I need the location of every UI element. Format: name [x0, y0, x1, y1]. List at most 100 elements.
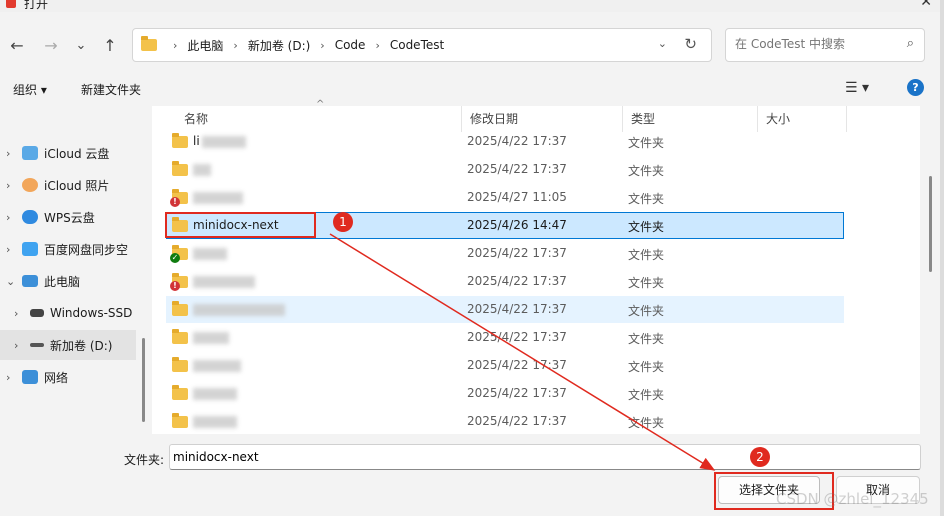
table-row-hover[interactable]: 2025/4/22 17:37 文件夹	[166, 296, 844, 323]
chevron-right-icon[interactable]: ›	[6, 147, 22, 160]
folder-field[interactable]	[169, 444, 921, 470]
chevron-right-icon[interactable]: ›	[6, 371, 22, 384]
forward-icon[interactable]: →	[40, 35, 62, 57]
file-name	[193, 274, 255, 288]
file-name	[193, 414, 237, 428]
table-row-selected[interactable]: minidocx-next 2025/4/26 14:47 文件夹	[166, 212, 844, 239]
step-marker-1: 1	[333, 212, 353, 232]
back-icon[interactable]: ←	[6, 35, 28, 57]
sync-error-icon: !	[170, 281, 180, 291]
breadcrumb-drive-d[interactable]: 新加卷 (D:)	[248, 37, 310, 54]
sidebar-item-windows-ssd[interactable]: › Windows-SSD	[0, 298, 136, 328]
table-row[interactable]: 2025/4/22 17:37 文件夹	[166, 380, 844, 407]
chevron-right-icon[interactable]: ›	[6, 243, 22, 256]
sidebar-item-label: WPS云盘	[44, 210, 95, 225]
computer-icon	[22, 275, 38, 287]
new-folder-button[interactable]: 新建文件夹	[81, 81, 141, 98]
chevron-right-icon[interactable]: ›	[173, 39, 177, 52]
view-options-icon[interactable]: ☰ ▾	[845, 80, 869, 96]
sync-ok-icon: ✓	[170, 253, 180, 263]
file-date: 2025/4/22 17:37	[467, 162, 567, 176]
folder-icon	[172, 385, 188, 400]
table-row[interactable]: li 2025/4/22 17:37 文件夹	[166, 128, 844, 155]
table-row[interactable]: 2025/4/22 17:37 文件夹	[166, 408, 844, 435]
network-icon	[22, 370, 38, 384]
file-name	[193, 358, 241, 372]
sync-icon	[22, 242, 38, 256]
sidebar-item-label: iCloud 照片	[44, 178, 110, 193]
chevron-right-icon[interactable]: ›	[233, 39, 237, 52]
chevron-right-icon[interactable]: ›	[6, 179, 22, 192]
address-dropdown-icon[interactable]: ⌄	[658, 37, 667, 50]
sidebar-item-label: Windows-SSD	[50, 306, 133, 320]
file-date: 2025/4/22 17:37	[467, 246, 567, 260]
sidebar-item-label: 新加卷 (D:)	[50, 338, 113, 353]
cloud-icon	[22, 210, 38, 224]
file-type: 文件夹	[628, 304, 665, 318]
search-icon[interactable]: ⌕	[907, 36, 914, 51]
file-name	[193, 162, 211, 176]
file-type: 文件夹	[628, 220, 665, 234]
file-date: 2025/4/27 11:05	[467, 190, 567, 204]
file-date: 2025/4/22 17:37	[467, 386, 567, 400]
chevron-right-icon[interactable]: ›	[14, 339, 30, 352]
sidebar-item-wps-cloud[interactable]: › WPS云盘	[0, 202, 136, 232]
table-row[interactable]: 2025/4/22 17:37 文件夹	[166, 324, 844, 351]
window-scrollbar[interactable]	[929, 176, 932, 272]
table-row[interactable]: ✓ 2025/4/22 17:37 文件夹	[166, 240, 844, 267]
file-type: 文件夹	[628, 416, 665, 430]
sidebar-item-label: 百度网盘同步空	[44, 242, 129, 257]
folder-label: 文件夹:	[124, 453, 165, 467]
address-bar[interactable]: › 此电脑 › 新加卷 (D:) › Code › CodeTest ⌄ ↻	[132, 28, 712, 62]
chevron-right-icon[interactable]: ›	[375, 39, 379, 52]
up-icon[interactable]: ↑	[99, 35, 121, 57]
sidebar-item-icloud-photos[interactable]: › iCloud 照片	[0, 170, 136, 200]
drive-icon	[30, 343, 44, 347]
table-row[interactable]: 2025/4/22 17:37 文件夹	[166, 352, 844, 379]
file-name	[193, 386, 237, 400]
sidebar-scrollbar[interactable]	[142, 338, 145, 422]
search-input[interactable]	[735, 37, 895, 51]
file-name	[193, 246, 227, 260]
file-name	[193, 190, 243, 204]
folder-icon	[172, 161, 188, 176]
help-icon[interactable]: ?	[907, 79, 924, 96]
sidebar-item-baidu-sync[interactable]: › 百度网盘同步空	[0, 234, 136, 264]
breadcrumb-this-pc[interactable]: 此电脑	[187, 37, 223, 54]
close-icon[interactable]: ✕	[920, 0, 932, 10]
chevron-right-icon[interactable]: ›	[320, 39, 324, 52]
navigation-bar: ← → ⌄ ↑ › 此电脑 › 新加卷 (D:) › Code › CodeTest ⌄…	[0, 24, 940, 68]
organize-button[interactable]: 组织 ▾	[13, 81, 47, 98]
sidebar-item-drive-d[interactable]: › 新加卷 (D:)	[0, 330, 136, 360]
file-type: 文件夹	[628, 136, 665, 150]
table-row[interactable]: ! 2025/4/22 17:37 文件夹	[166, 268, 844, 295]
file-date: 2025/4/22 17:37	[467, 134, 567, 148]
file-list: ^ 名称 修改日期 类型 大小 li 2025/4/22 17:37 文件夹 2…	[152, 99, 920, 435]
recent-locations-icon[interactable]: ⌄	[70, 35, 92, 57]
chevron-down-icon[interactable]: ⌄	[6, 275, 22, 288]
chevron-right-icon[interactable]: ›	[6, 211, 22, 224]
navigation-pane: › iCloud 云盘 › iCloud 照片 › WPS云盘 › 百度网盘同步…	[0, 106, 148, 434]
table-row[interactable]: ! 2025/4/27 11:05 文件夹	[166, 184, 844, 211]
table-row[interactable]: 2025/4/22 17:37 文件夹	[166, 156, 844, 183]
chevron-right-icon[interactable]: ›	[14, 307, 30, 320]
folder-icon	[141, 36, 157, 51]
file-type: 文件夹	[628, 192, 665, 206]
breadcrumb-code[interactable]: Code	[335, 38, 366, 52]
sidebar-item-icloud-drive[interactable]: › iCloud 云盘	[0, 138, 136, 168]
sidebar-item-label: 此电脑	[44, 274, 81, 289]
file-date: 2025/4/22 17:37	[467, 358, 567, 372]
search-box[interactable]: ⌕	[725, 28, 925, 62]
sidebar-item-network[interactable]: › 网络	[0, 362, 136, 392]
file-name: li	[193, 134, 246, 148]
window-title: 打开	[24, 0, 49, 11]
folder-icon	[172, 217, 188, 232]
breadcrumb-codetest[interactable]: CodeTest	[390, 38, 444, 52]
folder-icon	[172, 413, 188, 428]
refresh-icon[interactable]: ↻	[684, 35, 697, 53]
file-date: 2025/4/22 17:37	[467, 274, 567, 288]
watermark: CSDN @zhlei_12345	[776, 490, 929, 508]
sidebar-item-this-pc[interactable]: ⌄ 此电脑	[0, 266, 136, 296]
command-bar: 组织 ▾ 新建文件夹 ☰ ▾ ?	[0, 70, 940, 106]
folder-icon	[172, 133, 188, 148]
